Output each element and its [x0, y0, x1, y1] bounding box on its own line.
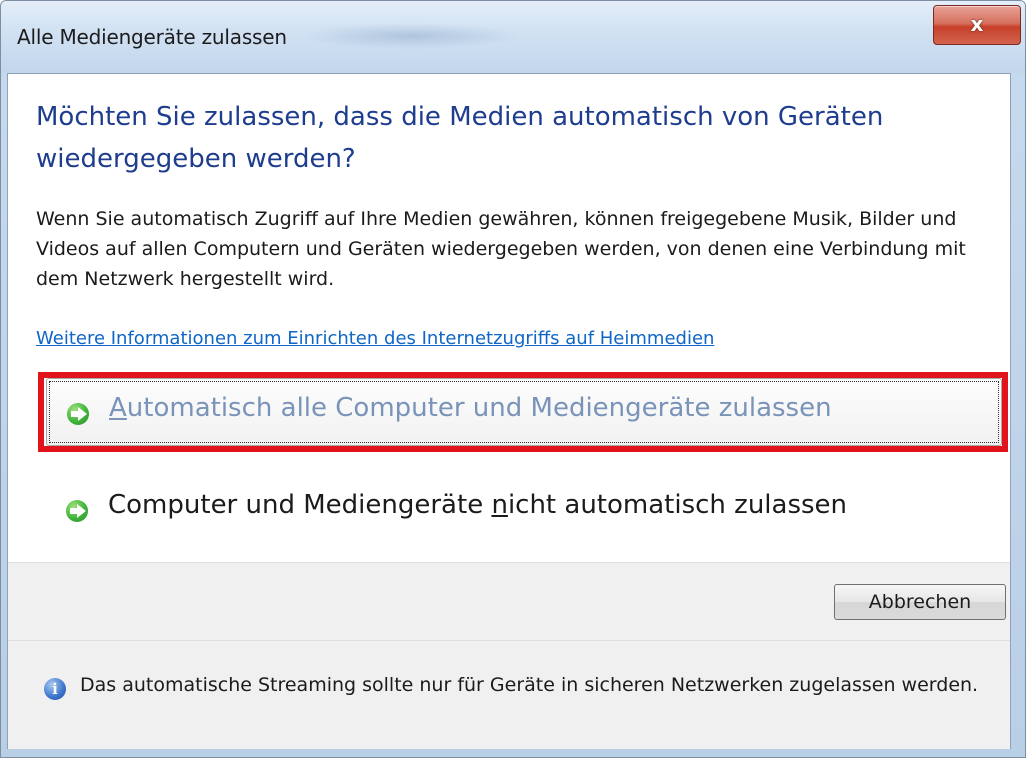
dialog-description: Wenn Sie automatisch Zugriff auf Ihre Me…	[36, 208, 966, 290]
more-info-link[interactable]: Weitere Informationen zum Einrichten des…	[36, 328, 714, 349]
info-text: Das automatische Streaming sollte nur fü…	[80, 674, 979, 696]
dialog-window: Alle Mediengeräte zulassen x Möchten Sie…	[0, 0, 1026, 758]
close-button[interactable]: x	[933, 5, 1021, 45]
do-not-allow-devices-command[interactable]: Computer und Mediengeräte nicht automati…	[46, 476, 1002, 544]
mnemonic-letter: A	[109, 393, 127, 423]
title-bar[interactable]: Alle Mediengeräte zulassen x	[1, 1, 1025, 73]
info-icon: i	[44, 678, 66, 700]
close-icon: x	[970, 12, 984, 36]
allow-all-devices-label: Automatisch alle Computer und Mediengerä…	[109, 393, 832, 423]
green-arrow-icon	[66, 500, 88, 522]
footer-divider	[8, 640, 1010, 641]
cancel-button[interactable]: Abbrechen	[834, 584, 1006, 620]
green-arrow-icon	[67, 403, 89, 425]
dialog-content: Möchten Sie zulassen, dass die Medien au…	[7, 73, 1011, 749]
do-not-allow-devices-label: Computer und Mediengeräte nicht automati…	[108, 490, 848, 520]
dialog-heading: Möchten Sie zulassen, dass die Medien au…	[36, 102, 884, 174]
allow-all-devices-command[interactable]: Automatisch alle Computer und Mediengerä…	[46, 378, 1002, 446]
window-title: Alle Mediengeräte zulassen	[17, 25, 287, 49]
mnemonic-letter: n	[491, 490, 508, 520]
